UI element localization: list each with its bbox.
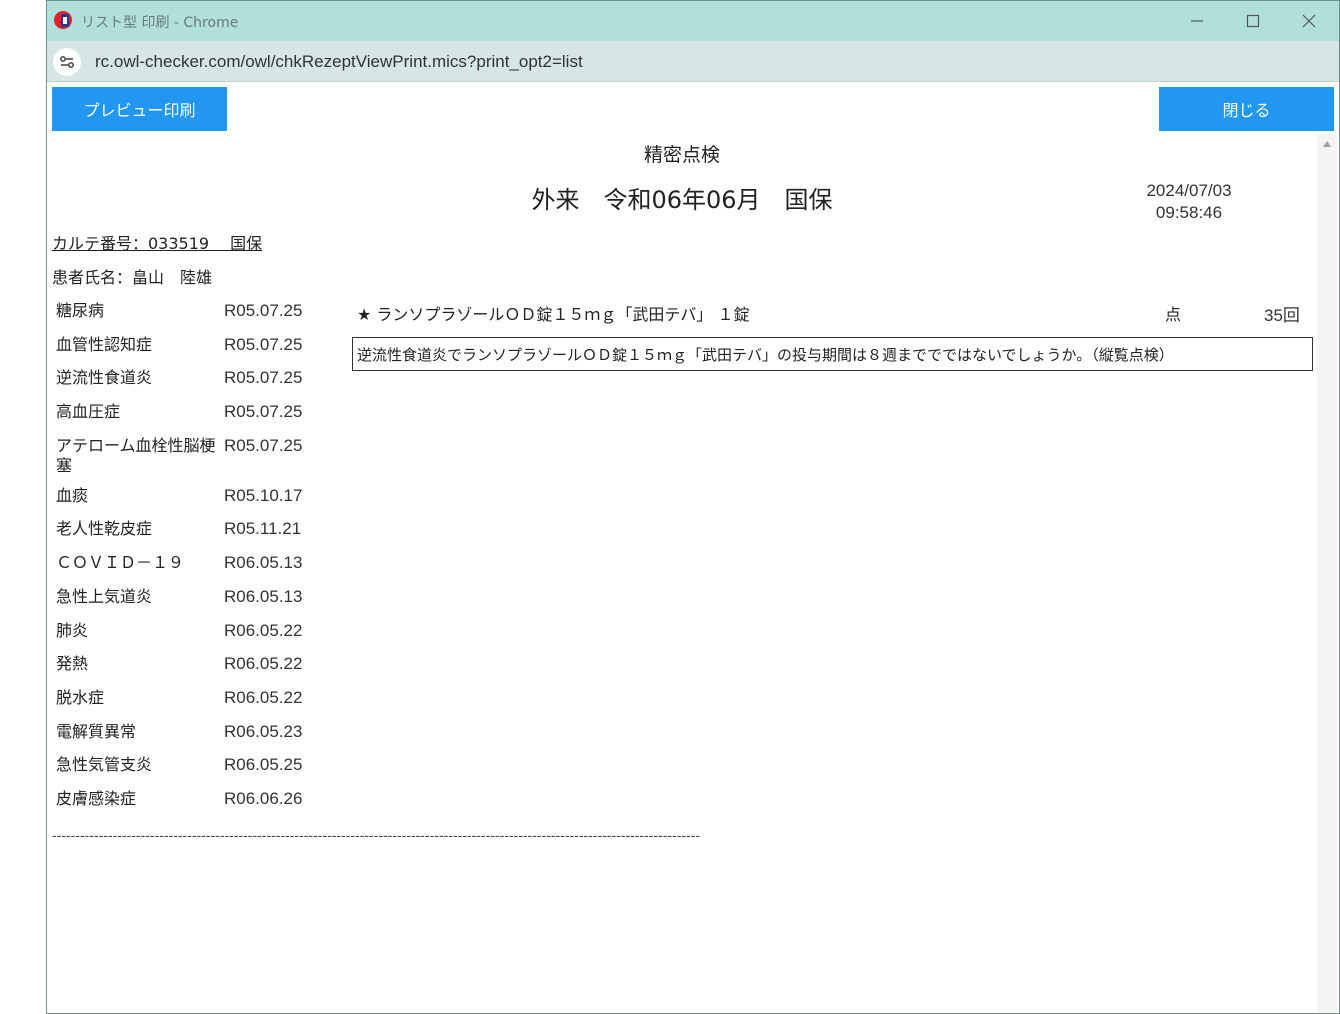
minimize-button[interactable] (1169, 1, 1225, 41)
minimize-icon (1191, 20, 1203, 22)
disease-row: 血痰 R05.10.17 (56, 486, 336, 520)
disease-name: アテローム血栓性脳梗塞 (56, 435, 216, 475)
disease-date: R06.05.22 (224, 687, 303, 707)
disease-date: R05.11.21 (224, 519, 302, 539)
scrollbar[interactable] (1317, 134, 1337, 1013)
disease-name: 高血圧症 (56, 402, 121, 422)
disease-date: R06.05.22 (224, 654, 303, 674)
disease-row: 電解質異常 R06.05.23 (56, 722, 336, 756)
disease-row: 血管性認知症 R05.07.25 (56, 335, 336, 369)
disease-name: 血管性認知症 (56, 334, 153, 354)
patient-name: 患者氏名：畠山 陸雄 (52, 268, 213, 287)
disease-date: R06.05.13 (224, 586, 303, 606)
disease-date: R06.05.23 (224, 721, 303, 741)
disease-name: 逆流性食道炎 (56, 368, 153, 388)
disease-date: R05.10.17 (224, 485, 303, 505)
disease-date: R06.05.13 (224, 553, 303, 573)
page-content: プレビュー印刷 閉じる 精密点検 外来 令和06年06月 国保 2024/07/… (47, 82, 1339, 1013)
title-bar[interactable]: リスト型 印刷 - Chrome (47, 1, 1339, 41)
disease-name: ＣＯＶＩＤ－１９ (56, 553, 185, 573)
disease-row: 肺炎 R06.05.22 (56, 621, 336, 655)
close-window-button[interactable] (1281, 1, 1337, 41)
disease-name: 老人性乾皮症 (56, 519, 153, 539)
close-icon (1302, 14, 1316, 28)
check-message: 逆流性食道炎でランソプラゾールＯＤ錠１５ｍｇ「武田テバ」の投与期間は８週まででで… (352, 337, 1313, 371)
window-title: リスト型 印刷 - Chrome (81, 15, 239, 31)
disease-row: ＣＯＶＩＤ－１９ R06.05.13 (56, 553, 336, 587)
tune-icon (60, 56, 74, 68)
disease-name: 発熱 (56, 654, 89, 674)
disease-row: 高血圧症 R05.07.25 (56, 402, 336, 436)
print-date: 2024/07/03 (1146, 181, 1232, 200)
disease-name: 急性気管支炎 (56, 755, 153, 775)
disease-date: R05.07.25 (224, 301, 303, 320)
disease-date: R05.07.25 (224, 402, 303, 422)
maximize-button[interactable] (1225, 1, 1281, 41)
disease-row: アテローム血栓性脳梗塞 R05.07.25 (56, 436, 336, 486)
site-info-button[interactable] (53, 48, 81, 76)
address-bar[interactable]: rc.owl-checker.com/owl/chkRezeptViewPrin… (47, 41, 1339, 82)
disease-row: 急性気管支炎 R06.05.25 (56, 755, 336, 789)
disease-row: 糖尿病 R05.07.25 (56, 301, 336, 335)
drug-points: 点 (1165, 305, 1182, 324)
document-subtitle: 外来 令和06年06月 国保 (531, 186, 833, 214)
disease-date: R06.06.26 (224, 788, 303, 808)
disease-date: R05.07.25 (224, 334, 303, 354)
scroll-up-icon (1323, 141, 1331, 147)
separator-line: ----------------------------------------… (52, 827, 701, 843)
disease-date: R05.07.25 (224, 435, 303, 455)
disease-name: 急性上気道炎 (56, 586, 153, 606)
document-title: 精密点検 (643, 144, 720, 166)
karte-number: カルテ番号：033519 国保 (52, 234, 263, 253)
disease-name: 血痰 (56, 485, 89, 505)
drug-count: 35回 (1264, 306, 1300, 325)
disease-row: 脱水症 R06.05.22 (56, 688, 336, 722)
preview-print-button[interactable]: プレビュー印刷 (52, 87, 227, 131)
disease-row: 発熱 R06.05.22 (56, 654, 336, 688)
disease-name: 肺炎 (56, 620, 89, 640)
maximize-icon (1246, 14, 1260, 28)
app-logo-icon (53, 10, 73, 30)
drug-row: ★ ランソプラゾールＯＤ錠１５ｍｇ「武田テバ」 １錠 点 35回 (357, 301, 1307, 325)
disease-row: 老人性乾皮症 R05.11.21 (56, 519, 336, 553)
print-datetime: 2024/07/03 09:58:46 (1129, 180, 1249, 224)
print-time: 09:58:46 (1155, 203, 1223, 222)
disease-name: 脱水症 (56, 687, 105, 707)
close-button[interactable]: 閉じる (1159, 87, 1334, 131)
disease-row: 急性上気道炎 R06.05.13 (56, 587, 336, 621)
disease-row: 逆流性食道炎 R05.07.25 (56, 368, 336, 402)
disease-row: 皮膚感染症 R06.06.26 (56, 789, 336, 823)
disease-list: 糖尿病 R05.07.25 血管性認知症 R05.07.25 逆流性食道炎 R05.0… (56, 301, 336, 823)
disease-date: R06.05.22 (224, 620, 303, 640)
disease-name: 糖尿病 (56, 301, 105, 320)
disease-date: R06.05.25 (224, 755, 303, 775)
drug-name: ★ ランソプラゾールＯＤ錠１５ｍｇ「武田テバ」 １錠 (357, 305, 750, 324)
url-text[interactable]: rc.owl-checker.com/owl/chkRezeptViewPrin… (95, 52, 583, 72)
disease-name: 皮膚感染症 (56, 788, 137, 808)
browser-window: リスト型 印刷 - Chrome rc.owl-checker.com/owl/… (46, 0, 1340, 1014)
disease-name: 電解質異常 (56, 721, 137, 741)
disease-date: R05.07.25 (224, 368, 303, 388)
